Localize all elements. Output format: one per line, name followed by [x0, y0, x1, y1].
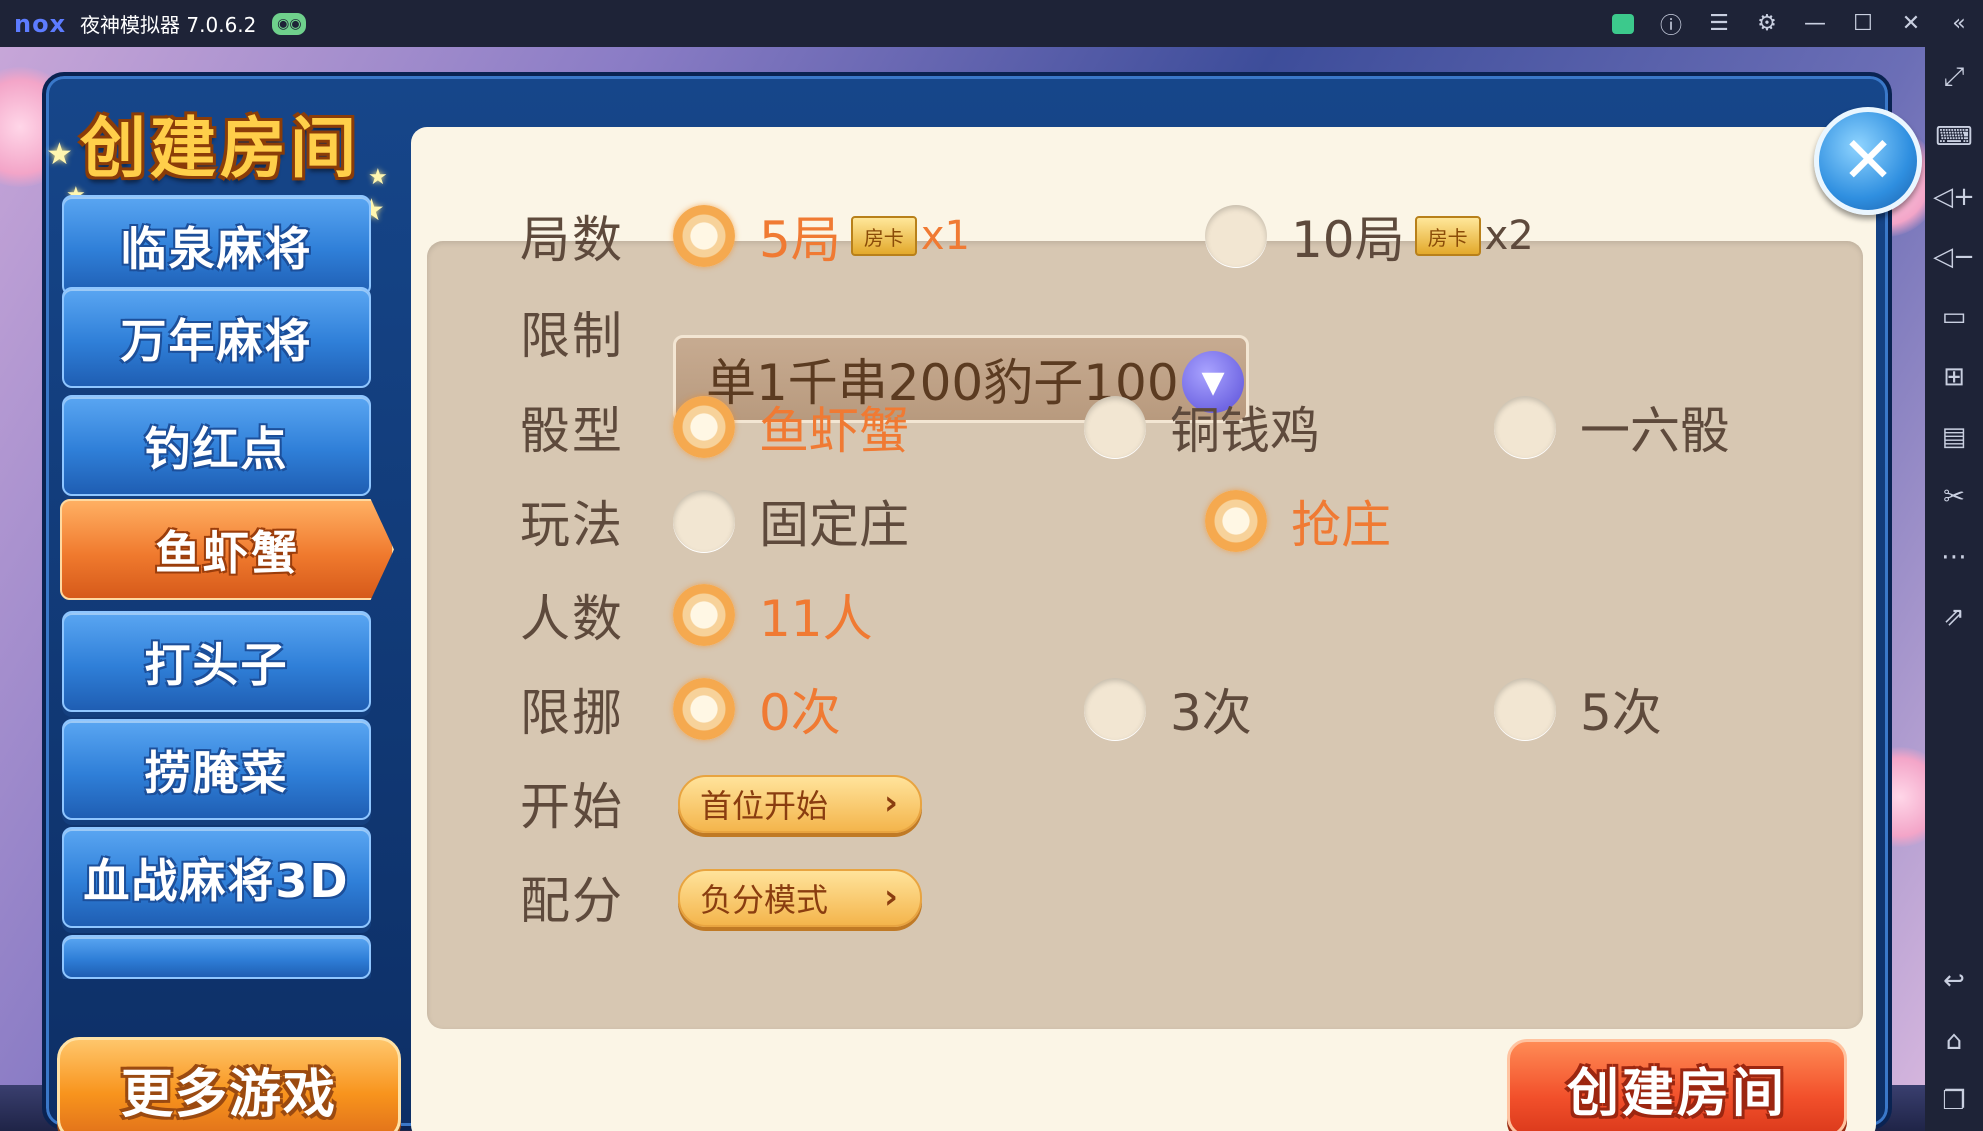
star-icon: ★	[368, 165, 388, 190]
recent-apps-icon[interactable]: ❐	[1925, 1071, 1983, 1131]
fullscreen-icon[interactable]: ⤢	[1925, 47, 1983, 107]
dice-option-copper-coin-chicken[interactable]: 铜钱鸡	[1084, 391, 1320, 463]
radio-button[interactable]	[1205, 490, 1267, 552]
create-room-button[interactable]: 创建房间	[1507, 1039, 1847, 1131]
option-text: 抢庄	[1291, 496, 1391, 554]
maximize-icon[interactable]: ☐	[1839, 0, 1887, 47]
radio-button[interactable]	[1494, 678, 1556, 740]
volume-up-icon[interactable]: ◁+	[1925, 167, 1983, 227]
radio-button[interactable]	[1494, 396, 1556, 458]
game-tab-laoyancai[interactable]: 捞腌菜	[62, 719, 371, 820]
radio-button[interactable]	[1084, 678, 1146, 740]
more-icon[interactable]: ⋯	[1925, 527, 1983, 587]
players-label: 人数	[520, 590, 624, 648]
players-option-11[interactable]: 11人	[673, 579, 873, 651]
store-icon[interactable]	[1599, 0, 1647, 47]
back-icon[interactable]: ↩	[1925, 951, 1983, 1011]
radio-button[interactable]	[673, 490, 735, 552]
game-tab-diao-hongdian[interactable]: 钓红点	[62, 395, 371, 496]
rounds-option-5[interactable]: 5局 房卡 x1	[673, 200, 970, 272]
multiplier-text: x2	[1484, 213, 1534, 259]
move-limit-option-3[interactable]: 3次	[1084, 673, 1252, 745]
star-icon: ★	[46, 137, 73, 172]
game-tab-datouzi[interactable]: 打头子	[62, 611, 371, 712]
room-card-badge: 房卡	[850, 216, 917, 256]
option-text: 一六骰	[1580, 402, 1730, 460]
apk-install-icon[interactable]: ⊞	[1925, 347, 1983, 407]
minimize-icon[interactable]: —	[1791, 0, 1839, 47]
volume-down-icon[interactable]: ◁−	[1925, 227, 1983, 287]
dialog-close-icon[interactable]: ✕	[1814, 107, 1922, 215]
chevron-right-icon: ›	[883, 877, 898, 917]
option-text: 0次	[759, 684, 841, 742]
settings-icon[interactable]: ⚙	[1743, 0, 1791, 47]
option-text: 10局	[1291, 211, 1405, 269]
option-text: 5次	[1580, 684, 1662, 742]
radio-button[interactable]	[673, 205, 735, 267]
home-icon[interactable]: ⌂	[1925, 1011, 1983, 1071]
emulator-title-bar: nox 夜神模拟器 7.0.6.2 ◉◉ ⓘ ☰ ⚙ — ☐ ✕ «	[0, 0, 1983, 47]
screenshot-icon[interactable]: ✂	[1925, 467, 1983, 527]
game-tab-wannian-mahjong[interactable]: 万年麻将	[62, 287, 371, 388]
collapse-icon[interactable]: «	[1935, 0, 1983, 47]
option-text: 铜钱鸡	[1170, 402, 1320, 460]
option-text: 鱼虾蟹	[759, 402, 909, 460]
emulator-toolbar: ⤢ ⌨ ◁+ ◁− ▭ ⊞ ▤ ✂ ⋯ ⇗ ↩ ⌂ ❐	[1925, 47, 1983, 1131]
dice-label: 骰型	[520, 402, 624, 460]
score-selector[interactable]: 负分模式 ›	[678, 869, 922, 927]
radio-button[interactable]	[673, 396, 735, 458]
share-icon[interactable]: ⇗	[1925, 587, 1983, 647]
screen-icon[interactable]: ▭	[1925, 287, 1983, 347]
game-canvas: ★ ★ ★ ★ 创建房间 临泉麻将 万年麻将 钓红点 鱼虾蟹 打头子 捞腌菜 血…	[0, 47, 1925, 1131]
game-tab-xuezhan-mahjong-3d[interactable]: 血战麻将3D	[62, 827, 371, 928]
move-limit-label: 限挪	[520, 684, 624, 742]
game-tab-fish-shrimp-crab[interactable]: 鱼虾蟹	[60, 499, 394, 600]
start-selector[interactable]: 首位开始 ›	[678, 775, 922, 833]
mode-option-fixed-banker[interactable]: 固定庄	[673, 485, 909, 557]
keyboard-icon[interactable]: ⌨	[1925, 107, 1983, 167]
score-label: 配分	[520, 872, 624, 930]
option-text: 5局	[759, 211, 841, 269]
dice-option-one-six[interactable]: 一六骰	[1494, 391, 1730, 463]
radio-button[interactable]	[1084, 396, 1146, 458]
game-tab-linquan-mahjong[interactable]: 临泉麻将	[62, 195, 371, 296]
mode-option-grab-banker[interactable]: 抢庄	[1205, 485, 1391, 557]
radio-button[interactable]	[673, 678, 735, 740]
move-limit-option-5[interactable]: 5次	[1494, 673, 1662, 745]
dice-option-fish-shrimp-crab[interactable]: 鱼虾蟹	[673, 391, 909, 463]
dialog-title: 创建房间	[80, 110, 360, 187]
chevron-right-icon: ›	[883, 783, 898, 823]
start-value: 首位开始	[700, 787, 829, 825]
option-text: 固定庄	[759, 496, 909, 554]
multiplier-text: x1	[920, 213, 970, 259]
multi-instance-icon[interactable]: ▤	[1925, 407, 1983, 467]
close-icon[interactable]: ✕	[1887, 0, 1935, 47]
nox-logo: nox	[14, 9, 67, 38]
room-card-badge: 房卡	[1414, 216, 1481, 256]
game-tab-partial[interactable]	[62, 935, 371, 979]
limit-label: 限制	[520, 307, 624, 365]
window-title: 夜神模拟器 7.0.6.2	[80, 13, 257, 37]
move-limit-option-0[interactable]: 0次	[673, 673, 841, 745]
option-text: 3次	[1170, 684, 1252, 742]
more-games-button[interactable]: 更多游戏	[57, 1037, 401, 1131]
mode-label: 玩法	[520, 496, 624, 554]
menu-icon[interactable]: ☰	[1695, 0, 1743, 47]
score-value: 负分模式	[700, 881, 829, 919]
radio-button[interactable]	[673, 584, 735, 646]
rounds-label: 局数	[520, 211, 624, 269]
radio-button[interactable]	[1205, 205, 1267, 267]
start-label: 开始	[520, 778, 624, 836]
gamepad-icon[interactable]: ◉◉	[272, 12, 307, 35]
rounds-option-10[interactable]: 10局 房卡 x2	[1205, 200, 1534, 272]
help-icon[interactable]: ⓘ	[1647, 0, 1695, 47]
option-text: 11人	[759, 590, 873, 648]
